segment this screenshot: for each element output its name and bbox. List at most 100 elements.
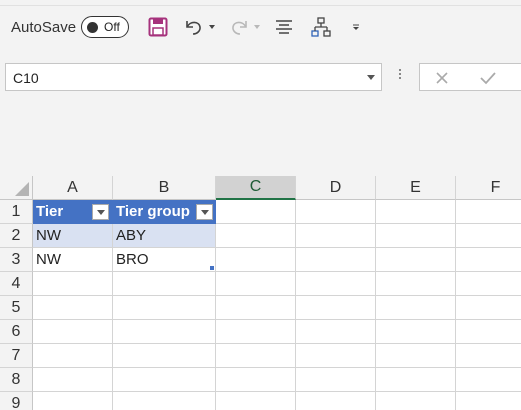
filter-button-tier-group[interactable] [196, 204, 213, 220]
redo-button[interactable] [227, 14, 251, 40]
cell[interactable] [113, 368, 216, 392]
column-header-f[interactable]: F [456, 176, 521, 200]
cell-d3[interactable] [296, 248, 376, 272]
cell[interactable] [376, 296, 456, 320]
cell[interactable] [33, 392, 113, 410]
row-header-3[interactable]: 3 [0, 248, 33, 272]
row-header-5[interactable]: 5 [0, 296, 33, 320]
cell[interactable] [456, 320, 521, 344]
column-header-d[interactable]: D [296, 176, 376, 200]
row-header-1[interactable]: 1 [0, 200, 33, 224]
cell[interactable] [113, 320, 216, 344]
cell[interactable] [376, 272, 456, 296]
column-header-e[interactable]: E [376, 176, 456, 200]
cell-f2[interactable] [456, 224, 521, 248]
cell[interactable] [376, 392, 456, 410]
cell[interactable] [456, 344, 521, 368]
cell[interactable] [376, 344, 456, 368]
undo-icon [186, 21, 201, 35]
toggle-knob [87, 22, 98, 33]
chevron-down-icon [200, 209, 209, 215]
hierarchy-icon [311, 17, 331, 37]
name-box-value: C10 [13, 70, 39, 86]
cell[interactable] [376, 368, 456, 392]
cell[interactable] [33, 272, 113, 296]
cell-c2[interactable] [216, 224, 296, 248]
cell[interactable] [296, 296, 376, 320]
cell[interactable] [113, 296, 216, 320]
row-header-6[interactable]: 6 [0, 320, 33, 344]
formula-bar-area: C10 [0, 50, 521, 176]
cell-c3[interactable] [216, 248, 296, 272]
redo-dropdown[interactable] [251, 14, 263, 40]
chevron-down-icon[interactable] [367, 75, 375, 80]
cell[interactable] [33, 296, 113, 320]
customize-toolbar-button[interactable] [349, 14, 363, 40]
chevron-down-icon [209, 25, 215, 29]
row-header-9[interactable]: 9 [0, 392, 33, 410]
autosave-label: AutoSave [11, 19, 77, 36]
redo-icon [232, 21, 247, 35]
table-header-label: Tier [36, 203, 64, 220]
select-all-button[interactable] [0, 176, 33, 200]
cell[interactable] [456, 296, 521, 320]
save-button[interactable] [145, 14, 171, 40]
cell[interactable] [216, 272, 296, 296]
cell[interactable] [216, 296, 296, 320]
enter-button[interactable] [470, 64, 506, 92]
cell[interactable] [296, 344, 376, 368]
table-cell[interactable]: NW [33, 224, 113, 248]
cancel-button[interactable] [424, 64, 460, 92]
cell[interactable] [216, 344, 296, 368]
column-header-a[interactable]: A [33, 176, 113, 200]
undo-button[interactable] [182, 14, 206, 40]
row-header-7[interactable]: 7 [0, 344, 33, 368]
cell-e3[interactable] [376, 248, 456, 272]
cell[interactable] [456, 392, 521, 410]
cell[interactable] [33, 320, 113, 344]
autosave-state: Off [104, 20, 120, 34]
cell-d2[interactable] [296, 224, 376, 248]
row-header-8[interactable]: 8 [0, 368, 33, 392]
cell-c1[interactable] [216, 200, 296, 224]
name-box[interactable]: C10 [5, 63, 382, 91]
undo-dropdown[interactable] [206, 14, 218, 40]
cell[interactable] [33, 368, 113, 392]
autosave-toggle[interactable]: Off [81, 16, 129, 38]
cell[interactable] [296, 272, 376, 296]
cell[interactable] [456, 272, 521, 296]
worksheet-grid[interactable]: A B C D E F 1 2 3 4 5 6 7 8 9 Tier Tier … [0, 176, 521, 410]
cell-e1[interactable] [376, 200, 456, 224]
align-button[interactable] [272, 14, 296, 40]
cell[interactable] [216, 368, 296, 392]
cell[interactable] [216, 320, 296, 344]
cell[interactable] [216, 392, 296, 410]
cell[interactable] [376, 320, 456, 344]
cell-d1[interactable] [296, 200, 376, 224]
cell[interactable] [296, 392, 376, 410]
hierarchy-button[interactable] [308, 14, 334, 40]
table-cell[interactable]: NW [33, 248, 113, 272]
filter-button-tier[interactable] [92, 204, 109, 220]
cell[interactable] [296, 368, 376, 392]
cell-f1[interactable] [456, 200, 521, 224]
drag-handle-icon[interactable] [398, 67, 402, 87]
cell[interactable] [113, 392, 216, 410]
align-center-icon [276, 20, 292, 34]
row-header-4[interactable]: 4 [0, 272, 33, 296]
chevron-down-icon [254, 25, 260, 29]
column-header-c[interactable]: C [216, 176, 296, 200]
cell[interactable] [456, 368, 521, 392]
chevron-down-icon [96, 209, 105, 215]
cell-e2[interactable] [376, 224, 456, 248]
table-cell[interactable]: BRO [113, 248, 216, 272]
cell[interactable] [33, 344, 113, 368]
table-cell[interactable]: ABY [113, 224, 216, 248]
cell[interactable] [296, 320, 376, 344]
table-resize-handle[interactable] [210, 266, 214, 270]
row-header-2[interactable]: 2 [0, 224, 33, 248]
cell[interactable] [113, 272, 216, 296]
cell-f3[interactable] [456, 248, 521, 272]
column-header-b[interactable]: B [113, 176, 216, 200]
cell[interactable] [113, 344, 216, 368]
